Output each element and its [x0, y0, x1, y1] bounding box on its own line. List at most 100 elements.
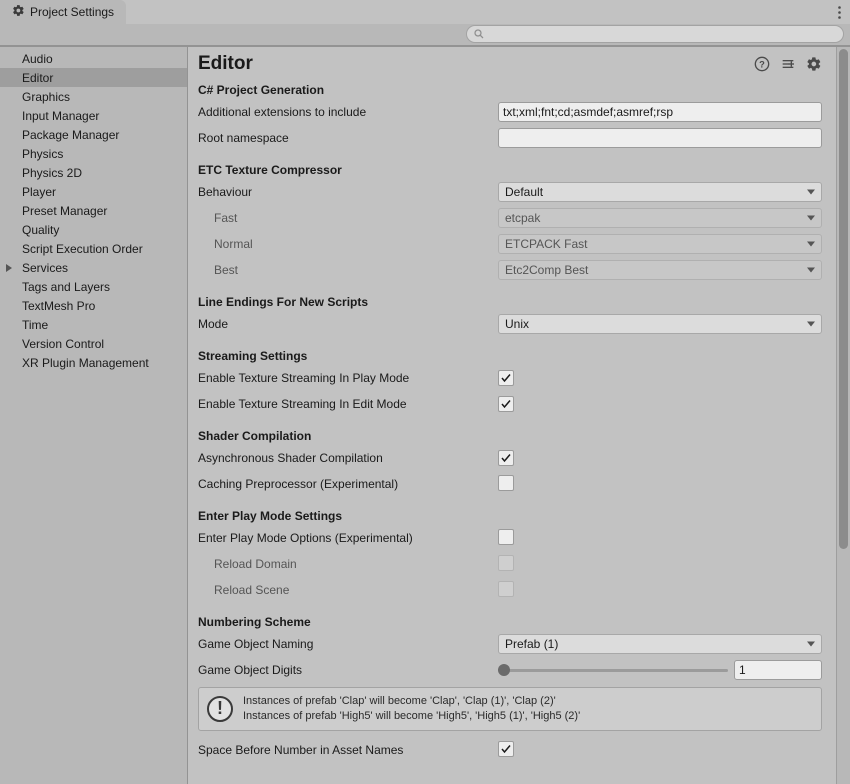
window-menu-button[interactable] — [828, 0, 850, 24]
label-root-ns: Root namespace — [198, 131, 498, 145]
chevron-down-icon — [807, 190, 815, 195]
checkbox-play-options[interactable] — [498, 529, 514, 545]
sidebar-item-label: Preset Manager — [22, 204, 107, 218]
sidebar-item-package-manager[interactable]: Package Manager — [0, 125, 187, 144]
label-stream-edit: Enable Texture Streaming In Edit Mode — [198, 397, 498, 411]
label-play-options: Enter Play Mode Options (Experimental) — [198, 531, 498, 545]
scrollbar-thumb[interactable] — [839, 49, 848, 549]
label-async-shader: Asynchronous Shader Compilation — [198, 451, 498, 465]
input-go-digits[interactable] — [734, 660, 822, 680]
input-additional-ext[interactable] — [498, 102, 822, 122]
sidebar-item-player[interactable]: Player — [0, 182, 187, 201]
sidebar-item-label: XR Plugin Management — [22, 356, 149, 370]
label-mode: Mode — [198, 317, 498, 331]
select-etc-fast: etcpak — [498, 208, 822, 228]
scrollbar[interactable] — [836, 47, 850, 784]
label-reload-domain: Reload Domain — [198, 557, 498, 571]
slider-knob[interactable] — [498, 664, 510, 676]
sidebar-item-label: Graphics — [22, 90, 70, 104]
sidebar-item-tags-and-layers[interactable]: Tags and Layers — [0, 277, 187, 296]
sidebar-item-input-manager[interactable]: Input Manager — [0, 106, 187, 125]
sidebar-item-label: Quality — [22, 223, 59, 237]
sidebar-item-quality[interactable]: Quality — [0, 220, 187, 239]
sidebar-item-preset-manager[interactable]: Preset Manager — [0, 201, 187, 220]
sidebar-item-label: Version Control — [22, 337, 104, 351]
settings-gear-icon[interactable] — [806, 56, 822, 72]
sidebar-item-physics-2d[interactable]: Physics 2D — [0, 163, 187, 182]
sidebar-item-label: Services — [22, 261, 68, 275]
sidebar-item-services[interactable]: Services — [0, 258, 187, 277]
info-line-1: Instances of prefab 'Clap' will become '… — [243, 694, 580, 709]
label-reload-scene: Reload Scene — [198, 583, 498, 597]
checkbox-stream-edit[interactable] — [498, 396, 514, 412]
sidebar-item-label: Package Manager — [22, 128, 119, 142]
section-play-mode: Enter Play Mode Settings — [198, 509, 822, 523]
sidebar-item-script-execution-order[interactable]: Script Execution Order — [0, 239, 187, 258]
chevron-down-icon — [807, 322, 815, 327]
checkbox-async-shader[interactable] — [498, 450, 514, 466]
window-title: Project Settings — [30, 5, 114, 19]
info-box: ! Instances of prefab 'Clap' will become… — [198, 687, 822, 731]
checkbox-stream-play[interactable] — [498, 370, 514, 386]
sidebar-item-label: Editor — [22, 71, 53, 85]
help-icon[interactable]: ? — [754, 56, 770, 72]
input-root-ns[interactable] — [498, 128, 822, 148]
kebab-icon — [838, 6, 841, 19]
sidebar: Audio Editor Graphics Input Manager Package … — [0, 47, 188, 784]
label-etc-best: Best — [198, 263, 498, 277]
section-line-endings: Line Endings For New Scripts — [198, 295, 822, 309]
label-behaviour: Behaviour — [198, 185, 498, 199]
info-line-2: Instances of prefab 'High5' will become … — [243, 709, 580, 724]
label-etc-normal: Normal — [198, 237, 498, 251]
sidebar-item-label: Physics — [22, 147, 63, 161]
sidebar-item-time[interactable]: Time — [0, 315, 187, 334]
label-etc-fast: Fast — [198, 211, 498, 225]
select-etc-best: Etc2Comp Best — [498, 260, 822, 280]
section-shader: Shader Compilation — [198, 429, 822, 443]
checkbox-space-before-num[interactable] — [498, 741, 514, 757]
sidebar-item-label: TextMesh Pro — [22, 299, 95, 313]
toolbar — [0, 24, 850, 46]
sidebar-item-version-control[interactable]: Version Control — [0, 334, 187, 353]
label-caching-preproc: Caching Preprocessor (Experimental) — [198, 477, 498, 491]
chevron-right-icon — [6, 264, 12, 272]
select-behaviour[interactable]: Default — [498, 182, 822, 202]
checkbox-caching-preproc[interactable] — [498, 475, 514, 491]
search-icon — [473, 28, 485, 40]
checkbox-reload-domain — [498, 555, 514, 571]
titlebar: Project Settings — [0, 0, 850, 24]
section-numbering: Numbering Scheme — [198, 615, 822, 629]
sidebar-item-xr-plugin-management[interactable]: XR Plugin Management — [0, 353, 187, 372]
select-go-naming[interactable]: Prefab (1) — [498, 634, 822, 654]
chevron-down-icon — [807, 642, 815, 647]
sidebar-item-label: Player — [22, 185, 56, 199]
sidebar-item-label: Input Manager — [22, 109, 99, 123]
sidebar-item-label: Time — [22, 318, 48, 332]
sidebar-item-textmesh-pro[interactable]: TextMesh Pro — [0, 296, 187, 315]
section-streaming: Streaming Settings — [198, 349, 822, 363]
sidebar-item-label: Script Execution Order — [22, 242, 143, 256]
select-etc-normal: ETCPACK Fast — [498, 234, 822, 254]
sidebar-item-label: Tags and Layers — [22, 280, 110, 294]
sidebar-item-editor[interactable]: Editor — [0, 68, 187, 87]
chevron-down-icon — [807, 216, 815, 221]
info-icon: ! — [207, 696, 233, 722]
label-additional-ext: Additional extensions to include — [198, 105, 498, 119]
section-etc: ETC Texture Compressor — [198, 163, 822, 177]
checkbox-reload-scene — [498, 581, 514, 597]
label-go-naming: Game Object Naming — [198, 637, 498, 651]
section-csharp: C# Project Generation — [198, 83, 822, 97]
label-go-digits: Game Object Digits — [198, 663, 498, 677]
slider-go-digits[interactable] — [498, 663, 728, 677]
sidebar-item-label: Audio — [22, 52, 53, 66]
search-input[interactable] — [466, 25, 844, 43]
preset-icon[interactable] — [780, 56, 796, 72]
sidebar-item-physics[interactable]: Physics — [0, 144, 187, 163]
sidebar-item-audio[interactable]: Audio — [0, 49, 187, 68]
chevron-down-icon — [807, 268, 815, 273]
sidebar-item-graphics[interactable]: Graphics — [0, 87, 187, 106]
gear-icon — [12, 4, 25, 20]
window-tab[interactable]: Project Settings — [0, 0, 126, 24]
select-mode[interactable]: Unix — [498, 314, 822, 334]
content-panel: Editor ? C# Project Generation Additiona… — [188, 47, 836, 784]
